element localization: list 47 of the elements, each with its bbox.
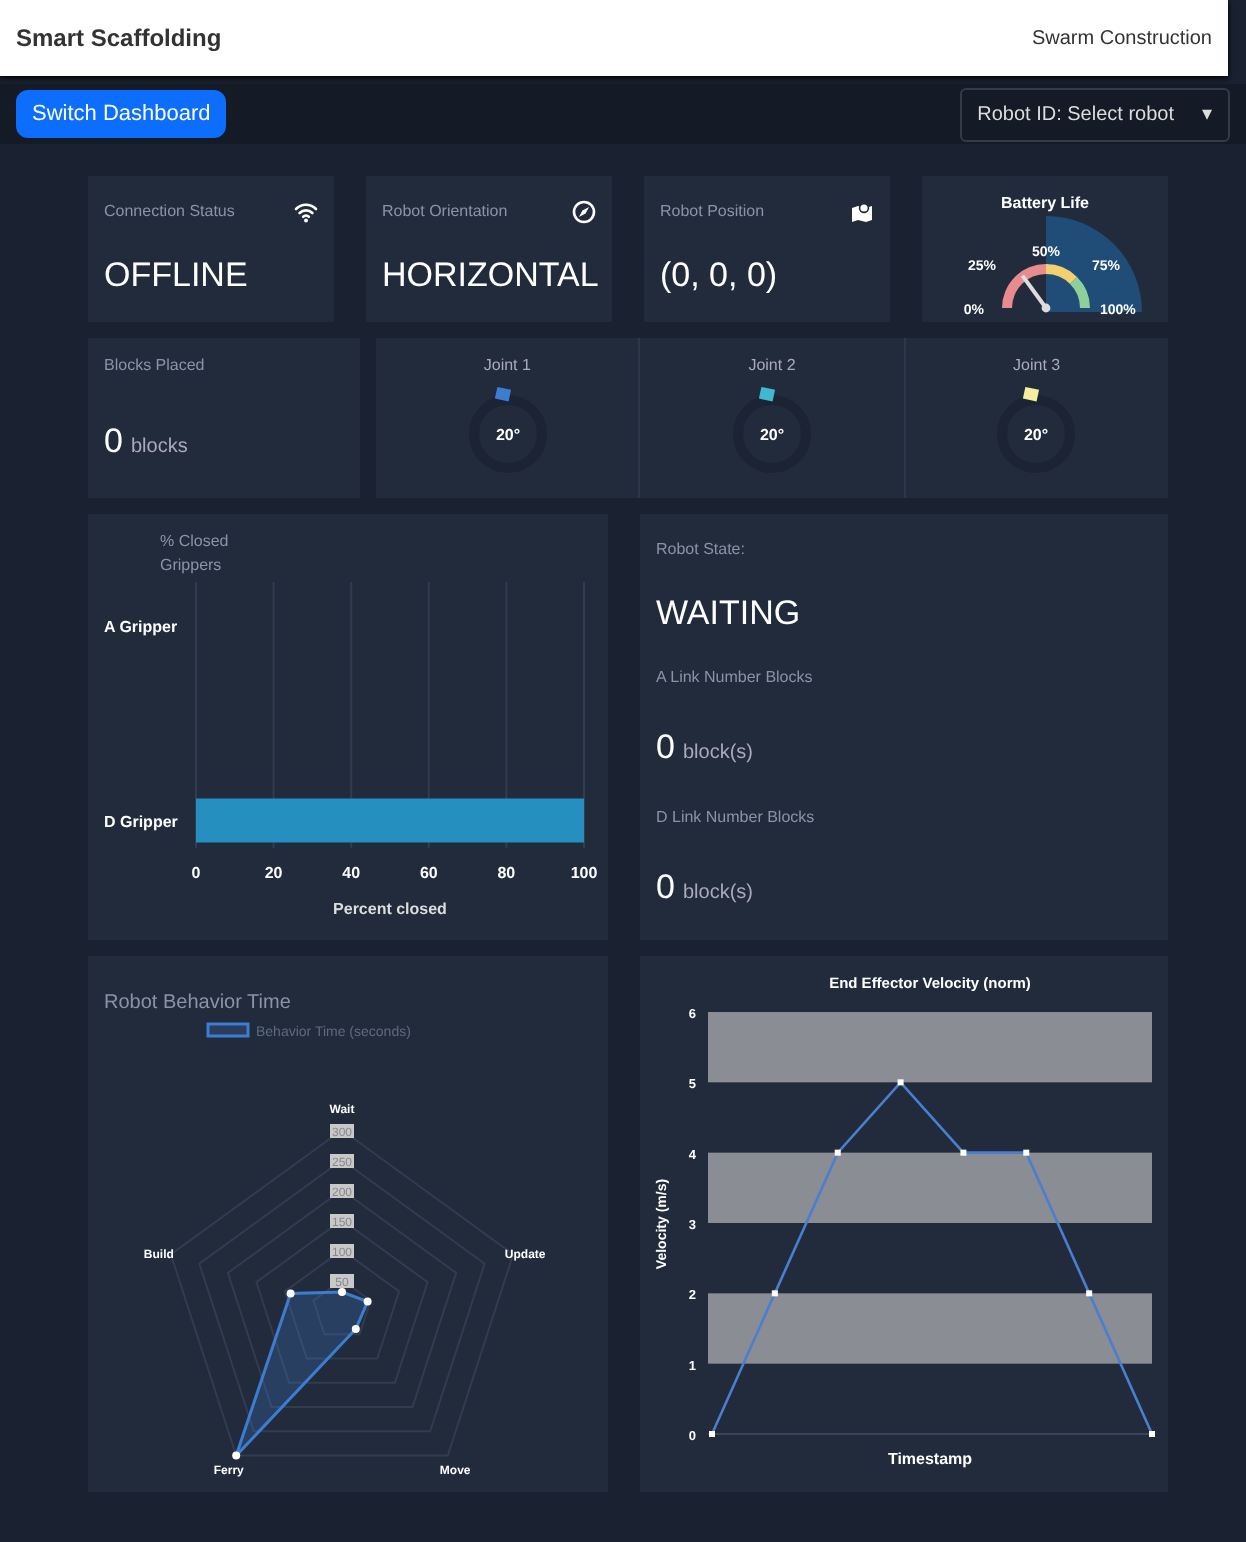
- tick-label: 40: [342, 864, 361, 882]
- category-label: A Gripper: [104, 617, 178, 636]
- unit-label: blocks: [130, 433, 188, 461]
- unit-label: block(s): [682, 879, 753, 908]
- card-label: Blocks Placed: [104, 354, 207, 378]
- joint-value: 20°: [759, 426, 785, 444]
- card-value: (0, 0, 0): [660, 256, 780, 297]
- joint-dial: [468, 395, 547, 473]
- joint-dial: [732, 395, 811, 473]
- joint-label: Joint 2: [748, 354, 796, 378]
- card-label: D Link Number Blocks: [656, 805, 817, 830]
- card-label: Robot Position: [660, 200, 765, 224]
- card-label: Connection Status: [104, 200, 235, 224]
- card-label: A Link Number Blocks: [656, 666, 815, 691]
- card-value: 0: [104, 419, 123, 463]
- axis-title: Percent closed: [333, 900, 447, 918]
- robot-select[interactable]: Robot ID: Select robot ▾: [959, 87, 1230, 141]
- switch-dashboard-button[interactable]: Switch Dashboard: [16, 89, 227, 139]
- card-value: 0: [656, 726, 675, 771]
- gauge-title: Battery Life: [1000, 192, 1089, 216]
- app-title: Smart Scaffolding: [16, 22, 222, 56]
- tick-label: 60: [419, 864, 438, 882]
- joint-label: Joint 1: [483, 354, 531, 378]
- card-label: Robot Orientation: [382, 200, 508, 224]
- card-value: 0: [656, 865, 675, 910]
- nav-link[interactable]: Swarm Construction: [1031, 23, 1212, 53]
- chart-title: % Closed Grippers: [158, 530, 231, 578]
- joint-label: Joint 3: [1013, 354, 1061, 378]
- joint-dial: [997, 395, 1076, 473]
- card-value: WAITING: [656, 594, 803, 635]
- tick-label: 20: [264, 864, 283, 882]
- card-label: Robot State:: [656, 538, 747, 562]
- card-value: OFFLINE: [104, 256, 250, 297]
- map-marker-icon: [850, 200, 874, 224]
- tick-label: 80: [497, 864, 516, 882]
- gauge-needle: [1019, 274, 1050, 313]
- card-value: HORIZONTAL: [382, 256, 596, 297]
- chart-title: Robot Behavior Time: [104, 990, 293, 1018]
- joint-value: 20°: [1024, 426, 1049, 444]
- wifi-icon: [294, 200, 318, 224]
- category-label: D Gripper: [104, 812, 178, 831]
- axis-title: Timestamp: [887, 1450, 973, 1468]
- joint-value: 20°: [495, 426, 520, 444]
- tick-label: 100: [570, 864, 598, 882]
- unit-label: block(s): [682, 740, 753, 769]
- compass-icon: [572, 200, 596, 224]
- tick-label: 0: [191, 864, 201, 882]
